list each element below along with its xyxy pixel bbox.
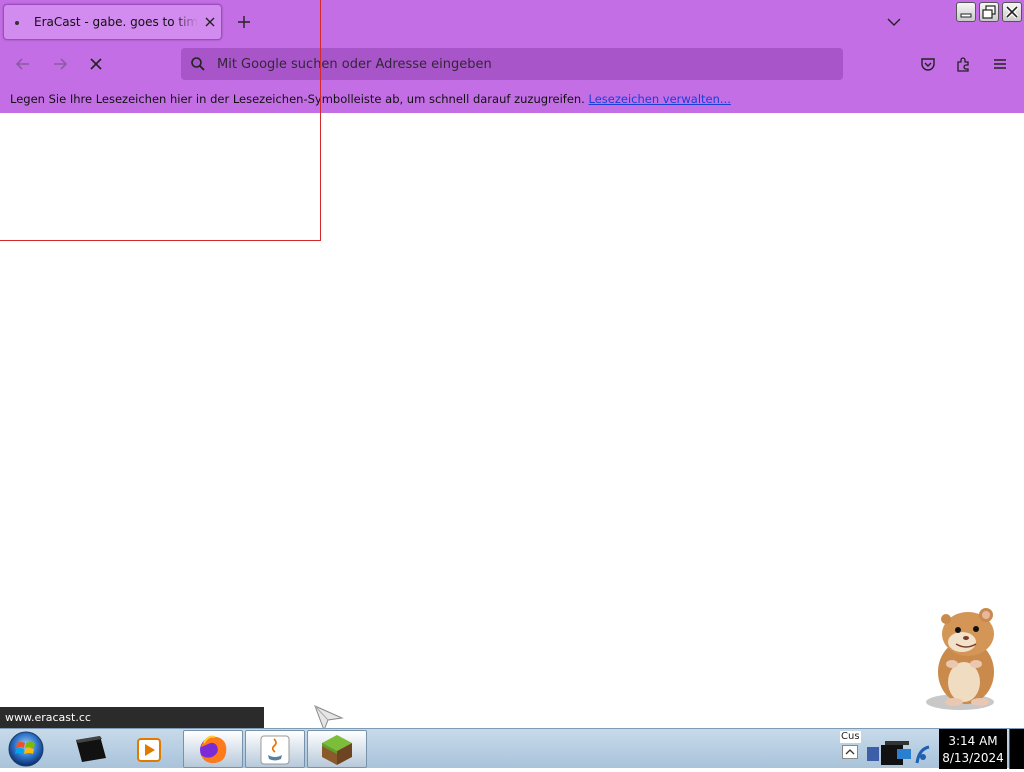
taskbar-item-terminal[interactable] bbox=[62, 730, 120, 768]
window-close-button[interactable] bbox=[1002, 2, 1022, 22]
forward-arrow-icon[interactable] bbox=[50, 54, 70, 74]
tab-eracast[interactable]: EraCast - gabe. goes to times square bbox=[3, 4, 222, 40]
pocket-icon[interactable] bbox=[918, 54, 938, 74]
start-button[interactable] bbox=[5, 730, 47, 768]
taskbar-item-minecraft[interactable] bbox=[307, 730, 367, 768]
java-icon bbox=[260, 735, 290, 765]
minimize-button[interactable] bbox=[956, 2, 976, 22]
new-tab-plus-icon[interactable] bbox=[234, 12, 254, 32]
taskbar: Cus 3:14 AM 8/13/2024 bbox=[0, 728, 1024, 769]
address-bar[interactable] bbox=[181, 48, 843, 80]
tray-expand-arrow-icon[interactable] bbox=[842, 745, 858, 759]
navigation-bar bbox=[0, 44, 1024, 84]
clock-time: 3:14 AM bbox=[948, 734, 998, 748]
hamster-desktop-pet[interactable] bbox=[918, 602, 1010, 712]
grass-block-icon bbox=[322, 735, 352, 765]
close-icon[interactable] bbox=[202, 14, 218, 30]
clock[interactable]: 3:14 AM 8/13/2024 bbox=[939, 729, 1007, 769]
taskbar-item-java[interactable] bbox=[245, 730, 305, 768]
back-arrow-icon[interactable] bbox=[13, 54, 33, 74]
search-icon bbox=[191, 57, 205, 71]
taskbar-item-media-player[interactable] bbox=[122, 730, 180, 768]
minimize-icon bbox=[960, 13, 972, 18]
play-icon bbox=[137, 738, 161, 762]
url-input[interactable] bbox=[215, 48, 825, 80]
close-x-icon bbox=[1005, 5, 1019, 19]
restore-icon bbox=[982, 5, 996, 19]
tab-title: EraCast - gabe. goes to times square bbox=[34, 15, 198, 29]
firefox-icon bbox=[200, 735, 227, 763]
page-content bbox=[0, 113, 1024, 728]
extensions-puzzle-icon[interactable] bbox=[954, 54, 974, 74]
restore-button[interactable] bbox=[979, 2, 999, 22]
stop-loading-icon[interactable] bbox=[86, 54, 106, 74]
hamburger-menu-icon[interactable] bbox=[990, 54, 1010, 74]
bookmarks-toolbar: Legen Sie Ihre Lesezeichen hier in der L… bbox=[0, 88, 1024, 110]
taskbar-item-firefox[interactable] bbox=[183, 730, 243, 768]
show-desktop-button[interactable] bbox=[1009, 729, 1024, 769]
black-box-icon bbox=[76, 736, 106, 762]
bookmarks-empty-message: Legen Sie Ihre Lesezeichen hier in der L… bbox=[10, 92, 585, 106]
system-tray: Cus bbox=[839, 729, 939, 769]
window-controls bbox=[956, 2, 1022, 22]
status-url-tooltip: www.eracast.cc bbox=[0, 707, 264, 728]
browser-chrome: EraCast - gabe. goes to times square bbox=[0, 0, 1024, 113]
manage-bookmarks-link[interactable]: Lesezeichen verwalten... bbox=[589, 92, 731, 106]
clock-date: 8/13/2024 bbox=[942, 751, 1004, 765]
tray-icons[interactable] bbox=[865, 739, 935, 769]
tray-label: Cus bbox=[840, 731, 861, 743]
tab-loading-dot bbox=[15, 21, 19, 25]
tab-strip: EraCast - gabe. goes to times square bbox=[0, 0, 1024, 44]
chevron-down-icon[interactable] bbox=[884, 12, 904, 32]
